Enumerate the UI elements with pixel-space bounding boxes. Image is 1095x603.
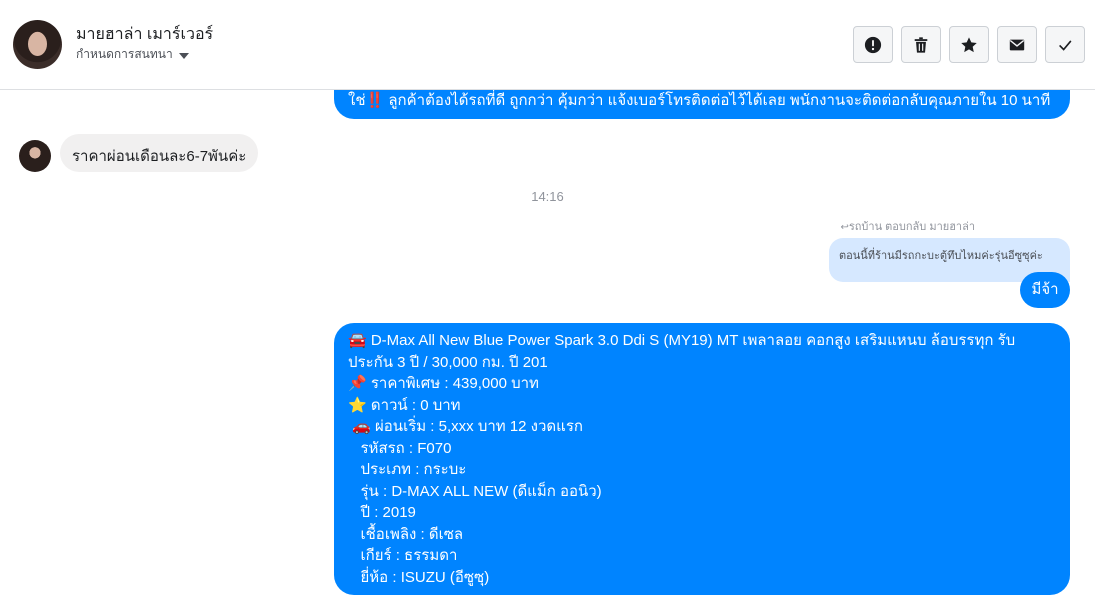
message-text: ราคาผ่อนเดือนละ6-7พันค่ะ (72, 148, 247, 165)
outgoing-message[interactable]: ใช่‼️ ลูกค้าต้องได้รถที่ดี ถูกกว่า คุ้มก… (334, 90, 1070, 119)
sender-avatar[interactable] (19, 140, 51, 172)
message-text: มีจ้า (1031, 281, 1059, 298)
listing-line: ประเภท : กระบะ (348, 461, 467, 478)
assign-label: กำหนดการสนทนา (76, 47, 173, 61)
exclamation-circle-icon (864, 36, 882, 53)
trash-icon (914, 36, 928, 53)
reply-arrow-icon: ↩ (840, 222, 849, 233)
report-button[interactable] (853, 26, 893, 63)
mark-unread-button[interactable] (997, 26, 1037, 63)
listing-line: 📌 ราคาพิเศษ : 439,000 บาท (348, 375, 539, 392)
listing-line: รุ่น : D-MAX ALL NEW (ดีแม็ก ออนิว) (348, 482, 602, 500)
check-icon (1059, 39, 1072, 51)
contact-name[interactable]: มายฮาล่า เมาร์เวอร์ (76, 22, 213, 47)
listing-line: ปี : 2019 (348, 504, 416, 521)
star-icon (961, 36, 977, 52)
reply-context-label: รถบ้าน ตอบกลับ มายฮาล่า (848, 221, 975, 233)
assign-conversation-dropdown[interactable]: กำหนดการสนทนา (76, 45, 189, 64)
reply-context: ↩รถบ้าน ตอบกลับ มายฮาล่า (840, 217, 975, 235)
listing-message[interactable]: 🚘 D-Max All New Blue Power Spark 3.0 Ddi… (334, 323, 1070, 595)
listing-line: 🚘 D-Max All New Blue Power Spark 3.0 Ddi… (348, 332, 1016, 349)
incoming-message[interactable]: ราคาผ่อนเดือนละ6-7พันค่ะ (60, 134, 259, 172)
listing-line: เกียร์ : ธรรมดา (348, 547, 458, 564)
envelope-icon (1009, 39, 1025, 50)
listing-line: ประกัน 3 ปี / 30,000 กม. ปี 201 (348, 353, 548, 371)
listing-line: รหัสรถ : F070 (348, 439, 452, 457)
message-text: ใช่‼️ ลูกค้าต้องได้รถที่ดี ถูกกว่า คุ้มก… (348, 92, 1051, 109)
delete-button[interactable] (901, 26, 941, 63)
listing-line: 🚗 ผ่อนเริ่ม : 5,xxx บาท 12 งวดแรก (348, 418, 583, 435)
quoted-text: ตอนนี้ที่ร้านมีรถกะบะตู้ทึบไหมค่ะรุ่นอีซ… (839, 250, 1043, 262)
listing-line: ⭐ ดาวน์ : 0 บาท (348, 396, 461, 414)
header-actions (853, 26, 1085, 63)
listing-line: ยี่ห้อ : ISUZU (อีซูซุ) (348, 568, 490, 586)
outgoing-message[interactable]: มีจ้า (1020, 272, 1070, 308)
caret-down-icon (178, 52, 189, 59)
conversation-header: มายฮาล่า เมาร์เวอร์ กำหนดการสนทนา (0, 0, 1095, 90)
message-thread[interactable]: ใช่‼️ ลูกค้าต้องได้รถที่ดี ถูกกว่า คุ้มก… (0, 90, 1095, 603)
listing-line: เชื้อเพลิง : ดีเซล (348, 525, 464, 543)
star-button[interactable] (949, 26, 989, 63)
mark-done-button[interactable] (1045, 26, 1085, 63)
contact-avatar[interactable] (13, 20, 62, 69)
message-timestamp: 14:16 (531, 189, 564, 204)
